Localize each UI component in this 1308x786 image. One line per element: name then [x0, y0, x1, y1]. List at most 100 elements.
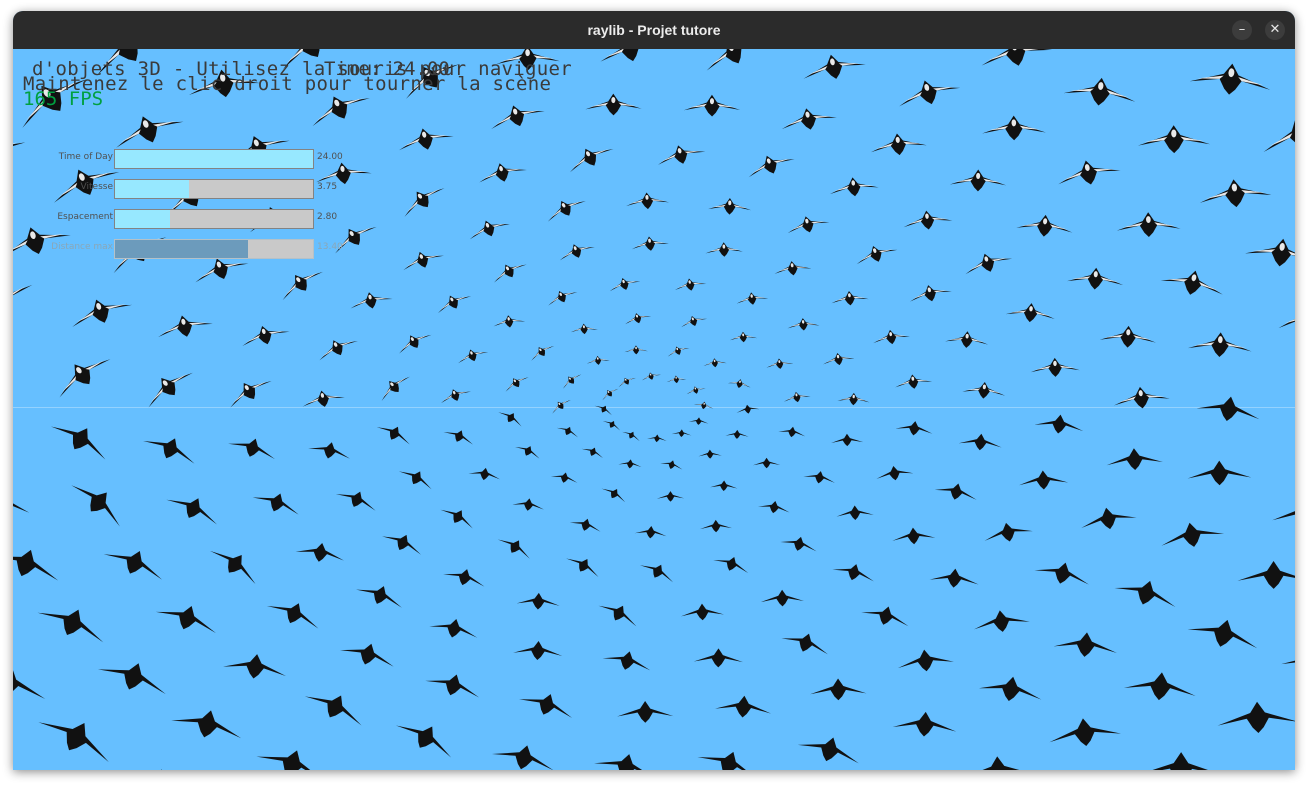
- bird-icon: [984, 522, 1033, 542]
- bird-icon: [693, 648, 743, 668]
- bird-icon: [443, 569, 485, 587]
- bird-icon: [934, 483, 977, 500]
- bird-icon: [381, 376, 411, 401]
- bird-icon: [350, 292, 393, 309]
- bird-icon: [609, 278, 641, 292]
- bird-icon: [836, 505, 874, 520]
- bird-icon: [335, 491, 376, 511]
- bird-icon: [256, 750, 325, 770]
- bird-icon: [1049, 718, 1122, 747]
- slider-distance-max: Distance max 13.40: [13, 239, 373, 259]
- bird-icon: [965, 253, 1013, 275]
- bird-icon: [515, 446, 540, 459]
- bird-icon: [230, 380, 272, 408]
- bird-icon: [617, 700, 674, 723]
- bird-icon: [376, 426, 410, 445]
- bird-icon: [958, 433, 1002, 451]
- bird-icon: [1187, 460, 1252, 486]
- bird-icon: [660, 460, 683, 470]
- bird-icon: [625, 313, 652, 325]
- bird-icon: [602, 421, 621, 431]
- bird-icon: [556, 426, 579, 438]
- bird-icon: [519, 694, 573, 719]
- fps-counter: 165 FPS: [23, 88, 104, 110]
- bird-icon: [356, 586, 402, 608]
- bird-icon: [1018, 470, 1069, 490]
- slider-track[interactable]: [114, 209, 314, 229]
- bird-icon: [103, 551, 163, 580]
- bird-icon: [171, 710, 242, 739]
- bird-icon: [158, 315, 213, 338]
- bird-icon: [1016, 214, 1073, 237]
- bird-icon: [803, 54, 866, 79]
- slider-track[interactable]: [114, 179, 314, 199]
- 3d-viewport[interactable]: d'objets 3D - Utilisez la souris pour na…: [13, 49, 1295, 770]
- bird-icon: [1244, 238, 1295, 267]
- slider-track[interactable]: [114, 239, 314, 259]
- bird-icon: [897, 649, 954, 672]
- bird-icon: [774, 261, 812, 276]
- slider-value: 3.75: [317, 182, 338, 192]
- bird-icon: [550, 472, 578, 483]
- bird-icon: [403, 251, 444, 271]
- bird-icon: [228, 438, 275, 460]
- app-window: raylib - Projet tutore – ✕ d'objets 3D -…: [13, 11, 1295, 770]
- bird-icon: [143, 438, 195, 464]
- bird-icon: [729, 331, 758, 343]
- bird-icon: [493, 315, 526, 328]
- bird-icon: [494, 264, 527, 283]
- bird-icon: [688, 417, 709, 425]
- slider-value: 24.00: [317, 152, 343, 162]
- bird-icon: [1123, 672, 1196, 701]
- bird-icon: [252, 493, 299, 515]
- bird-icon: [491, 745, 554, 770]
- bird-icon: [1161, 522, 1225, 547]
- bird-icon: [552, 399, 571, 414]
- bird-icon: [569, 148, 614, 173]
- bird-icon: [686, 386, 706, 395]
- bird-icon: [382, 534, 422, 555]
- bird-icon: [441, 389, 472, 404]
- close-button[interactable]: ✕: [1265, 20, 1285, 40]
- slider-value: 2.80: [317, 212, 338, 222]
- bird-icon: [531, 345, 555, 361]
- bird-icon: [618, 459, 642, 469]
- bird-icon: [705, 242, 743, 257]
- bird-icon: [395, 725, 452, 758]
- bird-icon: [1263, 118, 1295, 152]
- minimize-button[interactable]: –: [1232, 20, 1252, 40]
- bird-icon: [671, 429, 692, 438]
- bird-icon: [1116, 212, 1181, 237]
- slider-label: Distance max: [51, 242, 113, 252]
- title-bar[interactable]: raylib - Projet tutore – ✕: [13, 11, 1295, 49]
- bird-icon: [656, 491, 685, 502]
- bird-icon: [929, 568, 979, 588]
- bird-icon: [166, 498, 217, 525]
- bird-icon: [13, 667, 46, 700]
- bird-icon: [909, 285, 952, 302]
- bird-icon: [760, 589, 804, 607]
- slider-fill: [115, 210, 171, 228]
- bird-icon: [547, 201, 586, 222]
- bird-icon: [1106, 448, 1163, 471]
- bird-icon: [443, 430, 474, 445]
- bird-icon: [1278, 302, 1295, 330]
- bird-icon: [892, 711, 957, 737]
- bird-icon: [783, 391, 811, 403]
- bird-icon: [586, 355, 610, 365]
- bird-icon: [657, 145, 706, 165]
- slider-fill: [115, 180, 190, 198]
- bird-icon: [209, 550, 256, 585]
- bird-icon: [693, 401, 714, 410]
- bird-icon: [1005, 303, 1055, 323]
- bird-icon: [861, 606, 909, 627]
- slider-label: Espacement: [57, 212, 113, 222]
- bird-icon: [548, 290, 578, 306]
- bird-icon: [697, 751, 758, 770]
- bird-icon: [559, 244, 595, 261]
- bird-icon: [725, 429, 749, 439]
- bird-icon: [781, 633, 828, 655]
- bird-icon: [706, 49, 765, 71]
- slider-track[interactable]: [114, 149, 314, 169]
- bird-icon: [680, 603, 725, 621]
